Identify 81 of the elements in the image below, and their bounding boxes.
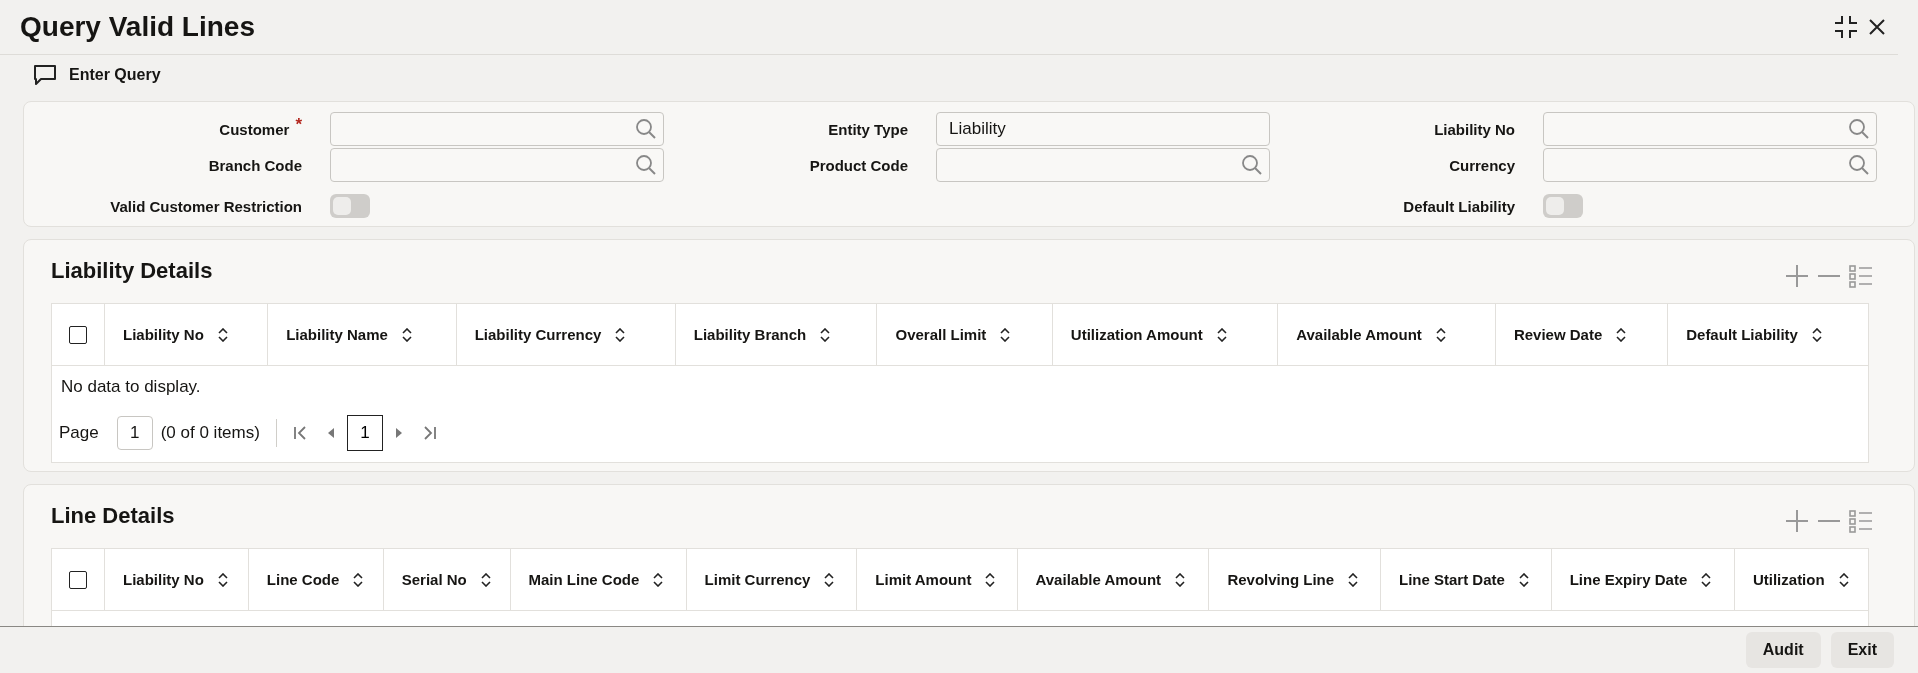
sort-icon[interactable] <box>1348 572 1359 587</box>
column-header[interactable]: Utilization <box>1752 571 1825 588</box>
sort-icon[interactable] <box>1701 572 1712 587</box>
window-title: Query Valid Lines <box>20 11 255 43</box>
column-header[interactable]: Default Liability <box>1686 326 1798 343</box>
column-header[interactable]: Serial No <box>401 571 467 588</box>
sort-icon[interactable] <box>1435 327 1446 342</box>
section-title: Liability Details <box>51 258 213 284</box>
column-header[interactable]: Available Amount <box>1035 571 1162 588</box>
column-header[interactable]: Liability Branch <box>693 326 807 343</box>
field-label: Branch Code <box>208 156 302 174</box>
enter-query-button[interactable]: Enter Query <box>69 66 161 84</box>
text-field[interactable]: Liability <box>936 112 1270 146</box>
sort-icon[interactable] <box>653 572 664 587</box>
sort-icon[interactable] <box>1616 327 1627 342</box>
sort-icon[interactable] <box>1838 572 1849 587</box>
column-header[interactable]: Revolving Line <box>1227 571 1335 588</box>
field-label: Liability No <box>1434 120 1515 138</box>
empty-message: No data to display. <box>60 376 202 398</box>
column-header[interactable]: Liability Currency <box>474 326 602 343</box>
sort-icon[interactable] <box>1216 327 1227 342</box>
column-header[interactable]: Line Code <box>266 571 340 588</box>
add-icon[interactable] <box>1785 264 1809 288</box>
field-label: Currency <box>1449 156 1515 174</box>
column-header[interactable]: Review Date <box>1513 326 1603 343</box>
toggle-switch[interactable] <box>1543 194 1583 218</box>
search-icon[interactable] <box>635 118 657 140</box>
select-all-checkbox[interactable] <box>69 326 87 344</box>
page-field[interactable]: 1 <box>116 416 153 450</box>
sort-icon[interactable] <box>1811 327 1822 342</box>
search-icon[interactable] <box>1241 154 1263 176</box>
section-title: Line Details <box>51 503 175 529</box>
sort-icon[interactable] <box>820 327 831 342</box>
column-header[interactable]: Line Expiry Date <box>1569 571 1688 588</box>
search-icon[interactable] <box>1848 154 1870 176</box>
column-header[interactable]: Line Start Date <box>1399 571 1505 588</box>
column-header[interactable]: Liability Name <box>286 326 388 343</box>
column-header[interactable]: Utilization Amount <box>1070 326 1203 343</box>
close-icon[interactable] <box>1868 18 1886 36</box>
sort-icon[interactable] <box>353 572 364 587</box>
sort-icon[interactable] <box>401 327 412 342</box>
field-label: Valid Customer Restriction <box>110 197 302 215</box>
field-label: Customer <box>219 120 290 138</box>
lookup-field[interactable] <box>1543 148 1877 182</box>
column-header[interactable]: Liability No <box>123 326 204 343</box>
sort-icon[interactable] <box>480 572 491 587</box>
select-all-checkbox[interactable] <box>69 571 87 589</box>
lookup-field[interactable] <box>330 148 664 182</box>
add-icon[interactable] <box>1785 509 1809 533</box>
item-count: (0 of 0 items) <box>160 423 260 443</box>
sort-icon[interactable] <box>217 572 228 587</box>
column-header[interactable]: Available Amount <box>1296 326 1422 343</box>
lookup-field[interactable] <box>330 112 664 146</box>
first-page-icon[interactable] <box>292 425 309 441</box>
column-header[interactable]: Liability No <box>123 571 204 588</box>
required-marker: * <box>295 114 302 136</box>
footer-button[interactable]: Audit <box>1745 632 1821 668</box>
field-label: Entity Type <box>828 120 908 138</box>
column-header[interactable]: Limit Amount <box>875 571 972 588</box>
collapse-icon[interactable] <box>1834 15 1858 39</box>
sort-icon[interactable] <box>1518 572 1529 587</box>
page-label: Page <box>59 423 99 443</box>
chat-bubble-icon[interactable] <box>33 64 57 86</box>
lookup-field[interactable] <box>1543 112 1877 146</box>
toggle-switch[interactable] <box>330 194 370 218</box>
sort-icon[interactable] <box>1175 572 1186 587</box>
sort-icon[interactable] <box>615 327 626 342</box>
sort-icon[interactable] <box>217 327 228 342</box>
field-label: Default Liability <box>1403 197 1515 215</box>
sort-icon[interactable] <box>985 572 996 587</box>
search-icon[interactable] <box>1848 118 1870 140</box>
footer-button[interactable]: Exit <box>1830 632 1894 668</box>
sort-icon[interactable] <box>1000 327 1011 342</box>
column-header[interactable]: Main Line Code <box>528 571 640 588</box>
search-icon[interactable] <box>635 154 657 176</box>
column-header[interactable]: Limit Currency <box>704 571 811 588</box>
lookup-field[interactable] <box>936 148 1270 182</box>
field-label: Product Code <box>809 156 908 174</box>
current-page-button[interactable]: 1 <box>346 415 383 451</box>
column-header[interactable]: Overall Limit <box>895 326 987 343</box>
sort-icon[interactable] <box>824 572 835 587</box>
